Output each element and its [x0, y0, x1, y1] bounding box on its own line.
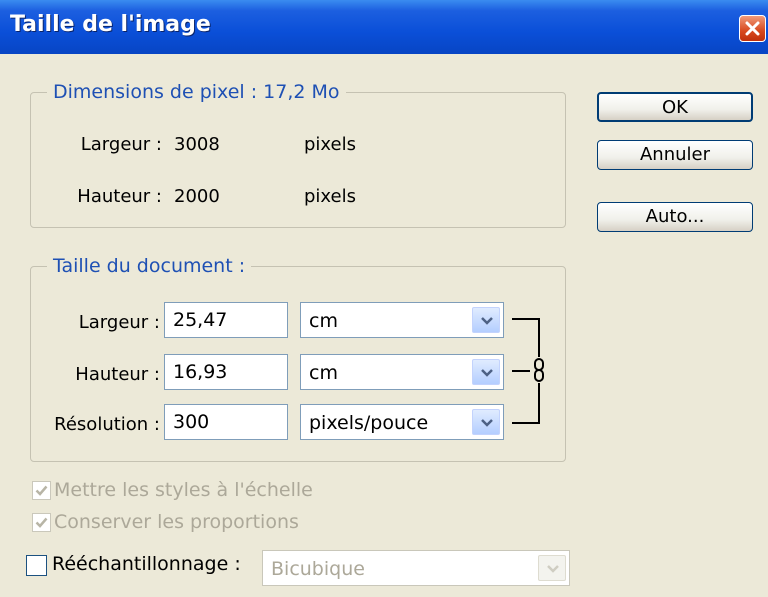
- doc-height-label: Hauteur :: [75, 364, 160, 385]
- scale-styles-checkbox[interactable]: [32, 481, 51, 500]
- chevron-down-icon: [547, 565, 559, 573]
- pixel-width-unit: pixels: [304, 134, 356, 155]
- window-title: Taille de l'image: [10, 12, 211, 37]
- pixel-width-label: Largeur :: [80, 134, 162, 155]
- chevron-down-icon: [481, 369, 493, 377]
- pixel-height-unit: pixels: [304, 186, 356, 207]
- scale-styles-label: Mettre les styles à l'échelle: [54, 479, 313, 501]
- resample-checkbox[interactable]: [26, 555, 47, 576]
- link-bracket-bottom: [512, 422, 540, 424]
- cancel-button[interactable]: Annuler: [597, 140, 753, 170]
- resolution-input[interactable]: 300: [164, 404, 288, 440]
- doc-height-unit-dropdown-button[interactable]: [472, 359, 500, 385]
- link-bracket-middle: [512, 370, 530, 372]
- checkmark-icon: [35, 517, 48, 528]
- resample-method-select[interactable]: Bicubique: [262, 550, 570, 586]
- resample-method-value: Bicubique: [271, 558, 365, 580]
- resolution-label: Résolution :: [54, 414, 160, 435]
- pixel-height-value: 2000: [174, 186, 220, 207]
- resolution-unit-select[interactable]: pixels/pouce: [300, 404, 504, 440]
- auto-button[interactable]: Auto...: [597, 202, 753, 232]
- chevron-down-icon: [481, 317, 493, 325]
- doc-height-unit-value: cm: [309, 362, 338, 384]
- document-size-legend: Taille du document :: [47, 255, 252, 277]
- pixel-height-label: Hauteur :: [77, 186, 162, 207]
- doc-height-unit-select[interactable]: cm: [300, 354, 504, 390]
- constrain-proportions-label: Conserver les proportions: [54, 511, 299, 533]
- pixel-width-value: 3008: [174, 134, 220, 155]
- close-icon: [745, 21, 760, 36]
- chevron-down-icon: [481, 419, 493, 427]
- resolution-unit-dropdown-button[interactable]: [472, 409, 500, 435]
- resample-label: Rééchantillonnage :: [52, 553, 241, 575]
- link-bracket-top: [512, 318, 540, 320]
- doc-width-unit-dropdown-button[interactable]: [472, 307, 500, 333]
- pixel-dimensions-legend: Dimensions de pixel : 17,2 Mo: [47, 81, 346, 103]
- chain-link-icon: [531, 357, 547, 383]
- image-size-dialog: Taille de l'image Dimensions de pixel : …: [0, 0, 768, 597]
- checkmark-icon: [35, 485, 48, 496]
- ok-button[interactable]: OK: [597, 92, 753, 122]
- doc-width-input[interactable]: 25,47: [164, 302, 288, 338]
- doc-width-label: Largeur :: [78, 312, 160, 333]
- doc-width-unit-value: cm: [309, 310, 338, 332]
- resample-method-dropdown-button[interactable]: [538, 555, 566, 581]
- resolution-unit-value: pixels/pouce: [309, 412, 429, 434]
- pixel-dimensions-group: Dimensions de pixel : 17,2 Mo: [30, 81, 566, 228]
- constrain-proportions-checkbox[interactable]: [32, 513, 51, 532]
- close-button[interactable]: [739, 15, 766, 42]
- doc-height-input[interactable]: 16,93: [164, 354, 288, 390]
- title-bar[interactable]: Taille de l'image: [0, 0, 768, 54]
- doc-width-unit-select[interactable]: cm: [300, 302, 504, 338]
